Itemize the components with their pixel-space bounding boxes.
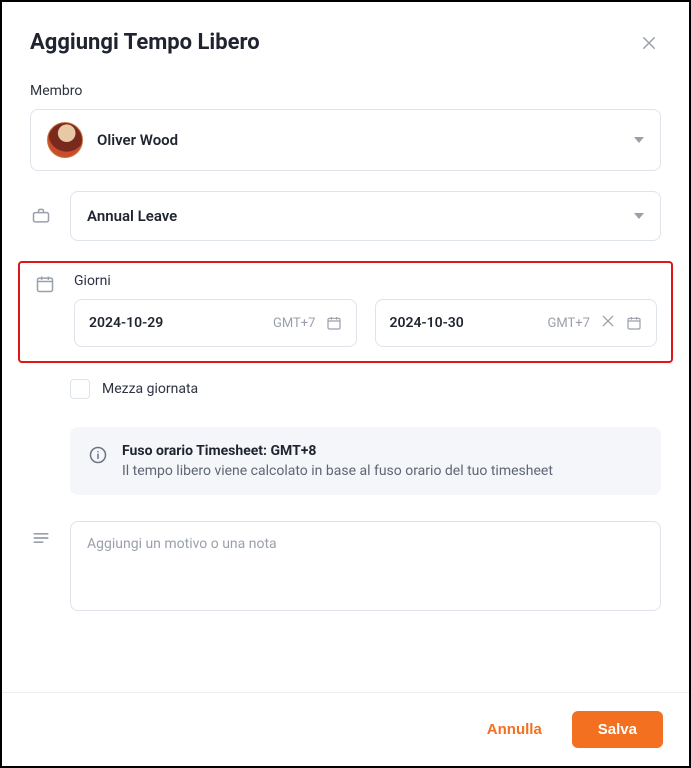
timezone-info-title: Fuso orario Timesheet: GMT+8 — [122, 443, 553, 459]
close-icon — [640, 34, 658, 52]
days-label: Giorni — [74, 273, 657, 289]
avatar — [47, 122, 83, 158]
end-date-value: 2024-10-30 — [390, 315, 464, 331]
end-date-tz: GMT+7 — [548, 316, 590, 331]
cancel-button[interactable]: Annulla — [469, 711, 560, 748]
briefcase-icon — [30, 205, 52, 227]
clear-end-date-button[interactable] — [600, 313, 616, 333]
end-date-input[interactable]: 2024-10-30 GMT+7 — [375, 299, 658, 347]
page-title: Aggiungi Tempo Libero — [30, 30, 260, 55]
timezone-info-subtitle: Il tempo libero viene calcolato in base … — [122, 463, 553, 479]
half-day-checkbox[interactable] — [70, 379, 90, 399]
timezone-info-panel: Fuso orario Timesheet: GMT+8 Il tempo li… — [70, 427, 661, 495]
calendar-icon — [326, 315, 342, 331]
save-button[interactable]: Salva — [572, 711, 663, 748]
chevron-down-icon — [634, 137, 644, 143]
close-button[interactable] — [637, 31, 661, 55]
half-day-label: Mezza giornata — [102, 381, 198, 397]
close-icon — [600, 313, 616, 329]
notes-icon — [30, 527, 52, 549]
start-date-tz: GMT+7 — [273, 316, 315, 331]
leave-type-select[interactable]: Annual Leave — [70, 191, 661, 241]
start-date-input[interactable]: 2024-10-29 GMT+7 — [74, 299, 357, 347]
days-section-highlight: Giorni 2024-10-29 GMT+7 2024-10-30 GMT+7 — [18, 261, 673, 363]
member-selected-name: Oliver Wood — [97, 131, 178, 149]
note-textarea[interactable] — [70, 521, 661, 611]
member-select[interactable]: Oliver Wood — [30, 109, 661, 171]
leave-type-selected: Annual Leave — [87, 207, 177, 225]
calendar-icon — [626, 315, 642, 331]
info-icon — [88, 445, 108, 465]
footer: Annulla Salva — [2, 692, 689, 766]
chevron-down-icon — [634, 213, 644, 219]
member-label: Membro — [30, 83, 661, 99]
start-date-value: 2024-10-29 — [89, 315, 163, 331]
calendar-icon — [34, 273, 56, 295]
